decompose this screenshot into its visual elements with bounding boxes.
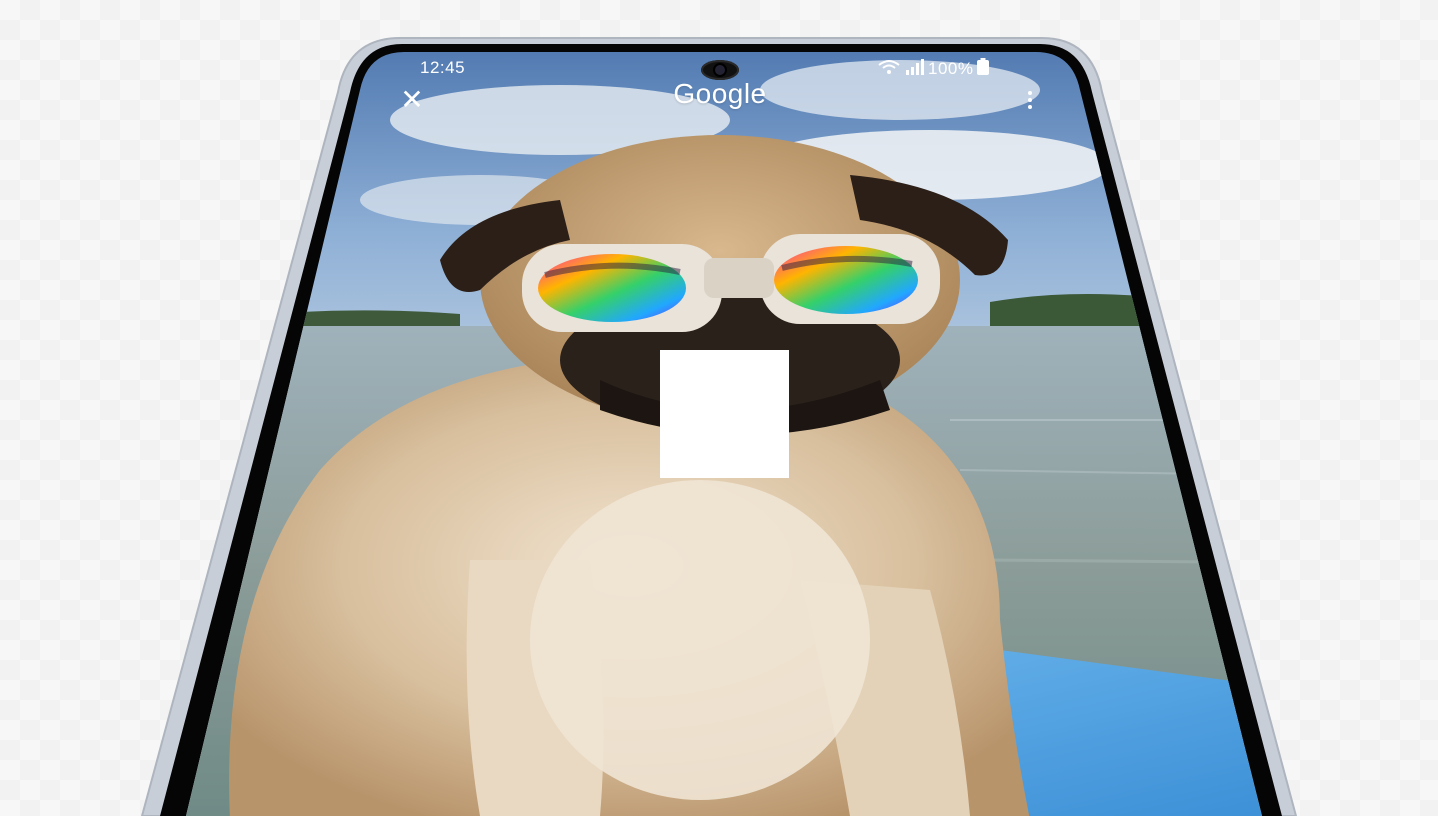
status-indicators: 100% (878, 58, 990, 80)
close-icon[interactable]: ✕ (396, 84, 428, 116)
redaction-box (660, 350, 789, 478)
app-title: Google (673, 78, 767, 109)
status-time: 12:45 (420, 58, 466, 77)
front-camera (701, 60, 739, 80)
more-vert-icon[interactable] (1014, 84, 1046, 116)
cell-signal-icon (904, 58, 924, 80)
battery-percent: 100% (928, 59, 974, 78)
battery-icon (977, 58, 990, 80)
wifi-icon (878, 59, 900, 80)
